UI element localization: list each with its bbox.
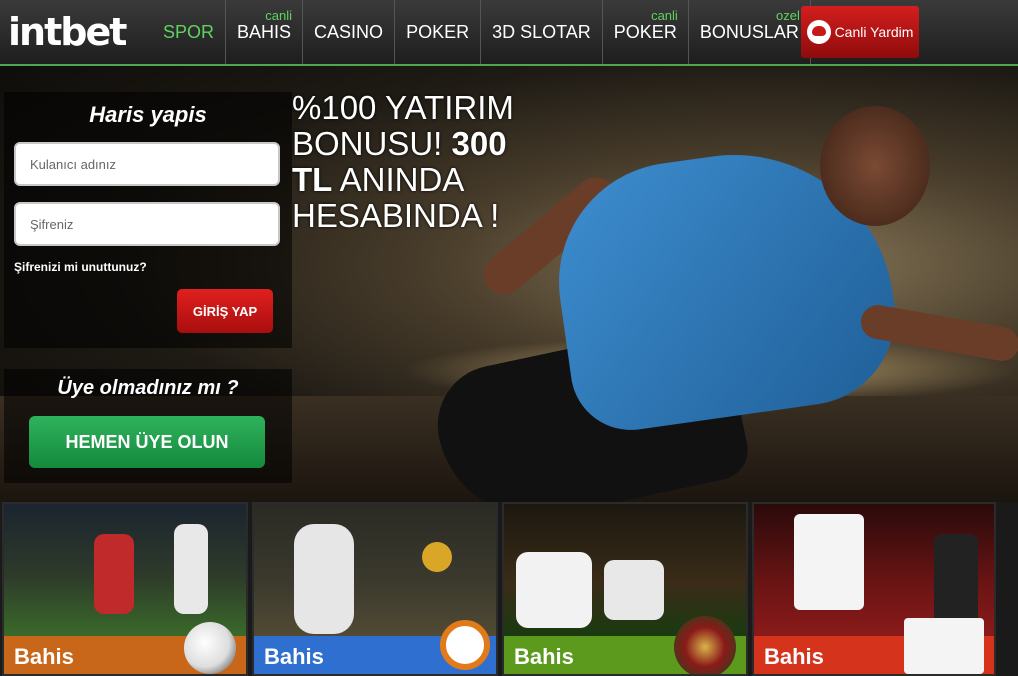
- signup-button[interactable]: HEMEN ÜYE OLUN: [29, 416, 265, 468]
- signup-panel: Üye olmadınız mı ? HEMEN ÜYE OLUN: [4, 369, 292, 483]
- roulette-icon: [674, 616, 736, 674]
- card-image: [754, 504, 994, 636]
- nav-item-canli-poker[interactable]: canli POKER: [603, 0, 689, 64]
- player-figure: [174, 524, 208, 614]
- hero-text-bold: 300: [451, 125, 507, 162]
- username-field[interactable]: Kulanıcı adınız: [14, 142, 280, 186]
- category-cards: Bahis Bahis Bahis Bahis: [0, 502, 1018, 676]
- signup-title: Üye olmadınız mı ?: [57, 377, 239, 399]
- nav-item-label: 3D SLOTAR: [492, 21, 591, 42]
- nav-item-spor[interactable]: SPOR: [152, 0, 227, 64]
- support-agent-icon: [806, 20, 831, 44]
- hero-headline: %100 YATIRIM BONUSU! 300 TL ANINDA HESAB…: [292, 90, 552, 234]
- card-sports-betting[interactable]: Bahis: [2, 502, 248, 676]
- nav-item-casino[interactable]: CASINO: [303, 0, 396, 64]
- card-label: Bahis: [764, 644, 824, 669]
- player-figure: [294, 524, 354, 634]
- nav-item-tag: canli: [651, 8, 678, 23]
- nav-item-canli-bahis[interactable]: canli BAHIS: [226, 0, 304, 64]
- nav-item-label: BONUSLAR: [699, 21, 799, 42]
- card-label: Bahis: [264, 644, 324, 669]
- hero-line: HESABINDA !: [292, 197, 500, 234]
- hero-text-bold: TL: [292, 161, 333, 198]
- nav-item-tag: ozel: [776, 8, 800, 23]
- player-figure: [94, 534, 134, 614]
- hero-line: TL ANINDA: [292, 162, 552, 198]
- nav-item-poker[interactable]: POKER: [395, 0, 482, 64]
- brand-logo[interactable]: intbet: [8, 10, 127, 54]
- nav-item-label: POKER: [406, 21, 470, 42]
- password-placeholder: Şifreniz: [30, 216, 74, 232]
- live-help-label: Canli Yardim: [834, 24, 914, 40]
- card-casino[interactable]: Bahis: [502, 502, 748, 676]
- player-head: [820, 106, 930, 226]
- live-help-button[interactable]: Canli Yardim: [801, 6, 919, 58]
- alarm-clock-icon: [440, 620, 490, 670]
- nav-item-label: CASINO: [314, 21, 384, 42]
- playing-card: [794, 514, 864, 610]
- nav-item-label: POKER: [613, 21, 677, 42]
- password-field[interactable]: Şifreniz: [14, 202, 280, 246]
- top-navigation: intbet SPOR canli BAHIS CASINO POKER 3D …: [0, 0, 1018, 66]
- soccer-ball-icon: [184, 622, 236, 674]
- dice-icon: [604, 560, 664, 620]
- hero-line: %100 YATIRIM: [292, 89, 514, 126]
- card-poker[interactable]: Bahis: [752, 502, 996, 676]
- card-label: Bahis: [514, 644, 574, 669]
- login-panel: Haris yapis Kulanıcı adınız Şifreniz Şif…: [4, 92, 292, 348]
- hero-text-part: ANINDA: [332, 161, 465, 198]
- nav-menu: SPOR canli BAHIS CASINO POKER 3D SLOTAR …: [152, 0, 811, 64]
- nav-item-tag: canli: [265, 8, 293, 23]
- hero-line: BONUSU! 300: [292, 126, 552, 162]
- login-button[interactable]: GİRİŞ YAP: [177, 289, 273, 333]
- login-title: Haris yapis: [89, 102, 207, 127]
- nav-item-ozel-bonuslar[interactable]: ozel BONUSLAR: [689, 0, 811, 64]
- dice-icon: [516, 552, 592, 628]
- playing-cards-icon: [904, 618, 984, 674]
- nav-item-label: BAHIS: [237, 21, 292, 42]
- nav-item-label: SPOR: [163, 21, 215, 42]
- card-image: [4, 504, 246, 636]
- username-placeholder: Kulanıcı adınız: [30, 156, 116, 172]
- card-image: [254, 504, 496, 636]
- ball-icon: [422, 542, 452, 572]
- hero-text-part: BONUSU!: [292, 125, 452, 162]
- nav-item-3d-slotar[interactable]: 3D SLOTAR: [481, 0, 603, 64]
- card-live-betting[interactable]: Bahis: [252, 502, 498, 676]
- forgot-password-link[interactable]: Şifrenizi mi unuttunuz?: [14, 260, 147, 274]
- card-label: Bahis: [14, 644, 74, 669]
